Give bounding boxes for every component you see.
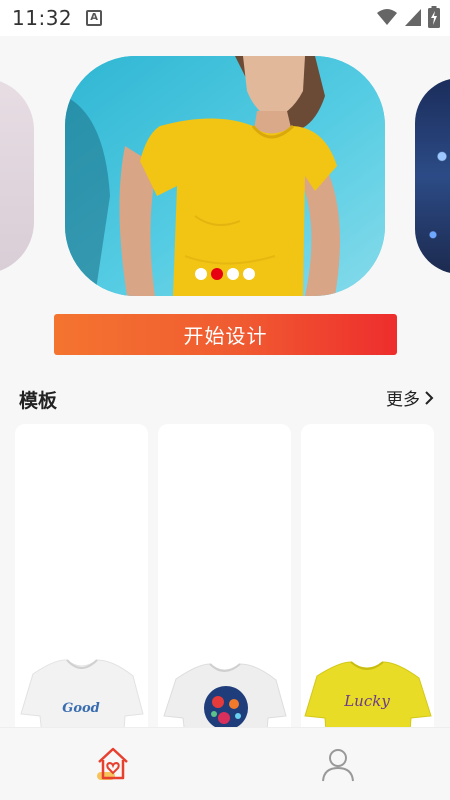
a-icon: A	[86, 10, 103, 26]
more-label: 更多	[386, 390, 420, 410]
status-bar: 11:32 A	[0, 0, 450, 36]
app-screen: 11:32 A 开始设计 模板 更多 Good Lucky	[0, 0, 450, 800]
template-card[interactable]: Lucky	[301, 424, 434, 744]
start-design-button[interactable]: 开始设计	[54, 314, 397, 355]
banner-carousel[interactable]	[0, 56, 450, 296]
carousel-slide-current[interactable]	[65, 56, 385, 296]
carousel-indicator	[195, 268, 255, 280]
carousel-dot[interactable]	[195, 268, 207, 280]
signal-icon	[405, 9, 421, 26]
print-text: Lucky	[343, 692, 390, 710]
template-card[interactable]: Good	[15, 424, 148, 744]
template-list: Good Lucky	[15, 424, 435, 744]
template-card[interactable]	[158, 424, 291, 744]
chevron-right-icon	[425, 390, 434, 405]
yellow-shirt-model-image	[65, 56, 385, 296]
status-time: 11:32	[12, 6, 73, 30]
carousel-dot[interactable]	[243, 268, 255, 280]
nav-profile[interactable]	[225, 728, 450, 800]
carousel-dot-active[interactable]	[211, 268, 223, 280]
battery-charging-icon	[428, 6, 440, 28]
bottom-navigation	[0, 727, 450, 800]
carousel-slide-next[interactable]	[415, 78, 450, 274]
templates-section-title: 模板	[19, 390, 58, 412]
home-heart-icon	[96, 747, 128, 780]
user-icon	[321, 749, 354, 782]
nav-home[interactable]	[0, 728, 225, 800]
more-templates-link[interactable]: 更多	[386, 385, 434, 410]
carousel-dot[interactable]	[227, 268, 239, 280]
carousel-slide-prev[interactable]	[0, 78, 34, 274]
print-text: Good	[62, 701, 100, 716]
status-icons	[376, 6, 440, 28]
wifi-icon	[377, 9, 397, 25]
